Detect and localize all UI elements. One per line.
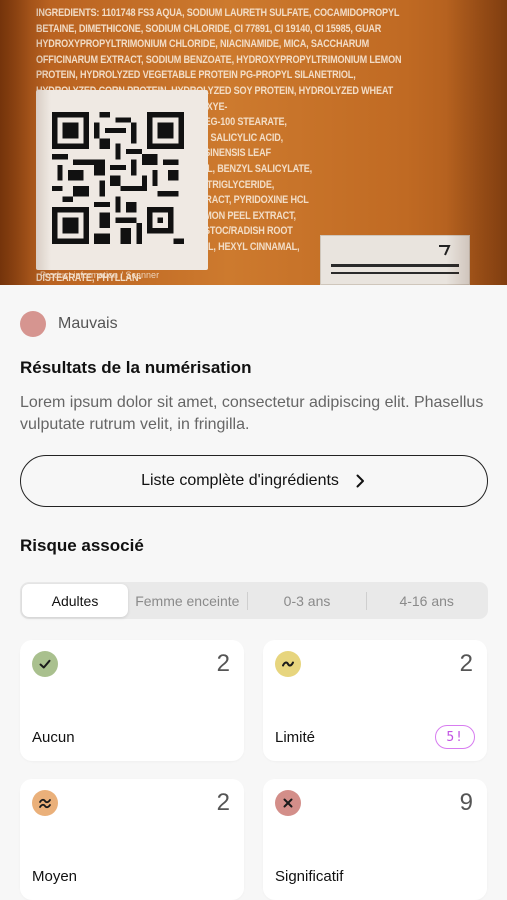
risk-card-limite[interactable]: 2 Limité 5! bbox=[263, 640, 487, 761]
results-title: Résultats de la numérisation bbox=[20, 358, 252, 377]
risk-title: Risque associé bbox=[20, 536, 144, 555]
full-ingredients-list-button[interactable]: Liste complète d'ingrédients bbox=[20, 455, 488, 507]
rating-color-dot bbox=[20, 311, 46, 337]
rating-label: Mauvais bbox=[58, 315, 118, 332]
risk-card-aucun[interactable]: 2 Aucun bbox=[20, 640, 244, 761]
risk-level-label: Limité bbox=[275, 729, 316, 746]
tab-femme-enceinte[interactable]: Femme enceinte bbox=[128, 584, 247, 617]
risk-count: 2 bbox=[459, 650, 473, 677]
barcode-box bbox=[320, 235, 470, 285]
rating-indicator: Mauvais bbox=[20, 311, 118, 337]
tab-0-3-ans[interactable]: 0-3 ans bbox=[248, 584, 367, 617]
tab-4-16-ans[interactable]: 4-16 ans bbox=[367, 584, 486, 617]
risk-level-label: Moyen bbox=[32, 868, 78, 885]
age-group-segmented-control: Adultes Femme enceinte 0-3 ans 4-16 ans bbox=[20, 582, 488, 619]
risk-level-label: Significatif bbox=[275, 868, 344, 885]
chevron-right-icon bbox=[356, 474, 364, 488]
check-icon bbox=[32, 651, 58, 677]
risk-count: 2 bbox=[216, 650, 230, 677]
qr-code-image bbox=[52, 112, 184, 244]
risk-count: 2 bbox=[216, 789, 230, 816]
full-ingredients-list-label: Liste complète d'ingrédients bbox=[141, 472, 339, 489]
approx-icon bbox=[32, 790, 58, 816]
qr-caption: Product information / Scanner bbox=[40, 270, 160, 280]
risk-count: 9 bbox=[459, 789, 473, 816]
results-sheet: Mauvais Résultats de la numérisation Lor… bbox=[0, 285, 507, 900]
results-description: Lorem ipsum dolor sit amet, consectetur … bbox=[20, 394, 484, 433]
seven-digit-mark bbox=[439, 245, 451, 256]
warning-badge[interactable]: 5! bbox=[435, 725, 475, 749]
risk-card-moyen[interactable]: 2 Moyen bbox=[20, 779, 244, 900]
qr-code-label bbox=[36, 90, 208, 270]
risk-level-label: Aucun bbox=[32, 729, 75, 746]
tab-adultes[interactable]: Adultes bbox=[22, 584, 128, 617]
cross-icon bbox=[275, 790, 301, 816]
scanned-product-photo: INGREDIENTS: 1101748 FS3 AQUA, SODIUM LA… bbox=[0, 0, 507, 285]
tilde-icon bbox=[275, 651, 301, 677]
risk-card-significatif[interactable]: 9 Significatif bbox=[263, 779, 487, 900]
